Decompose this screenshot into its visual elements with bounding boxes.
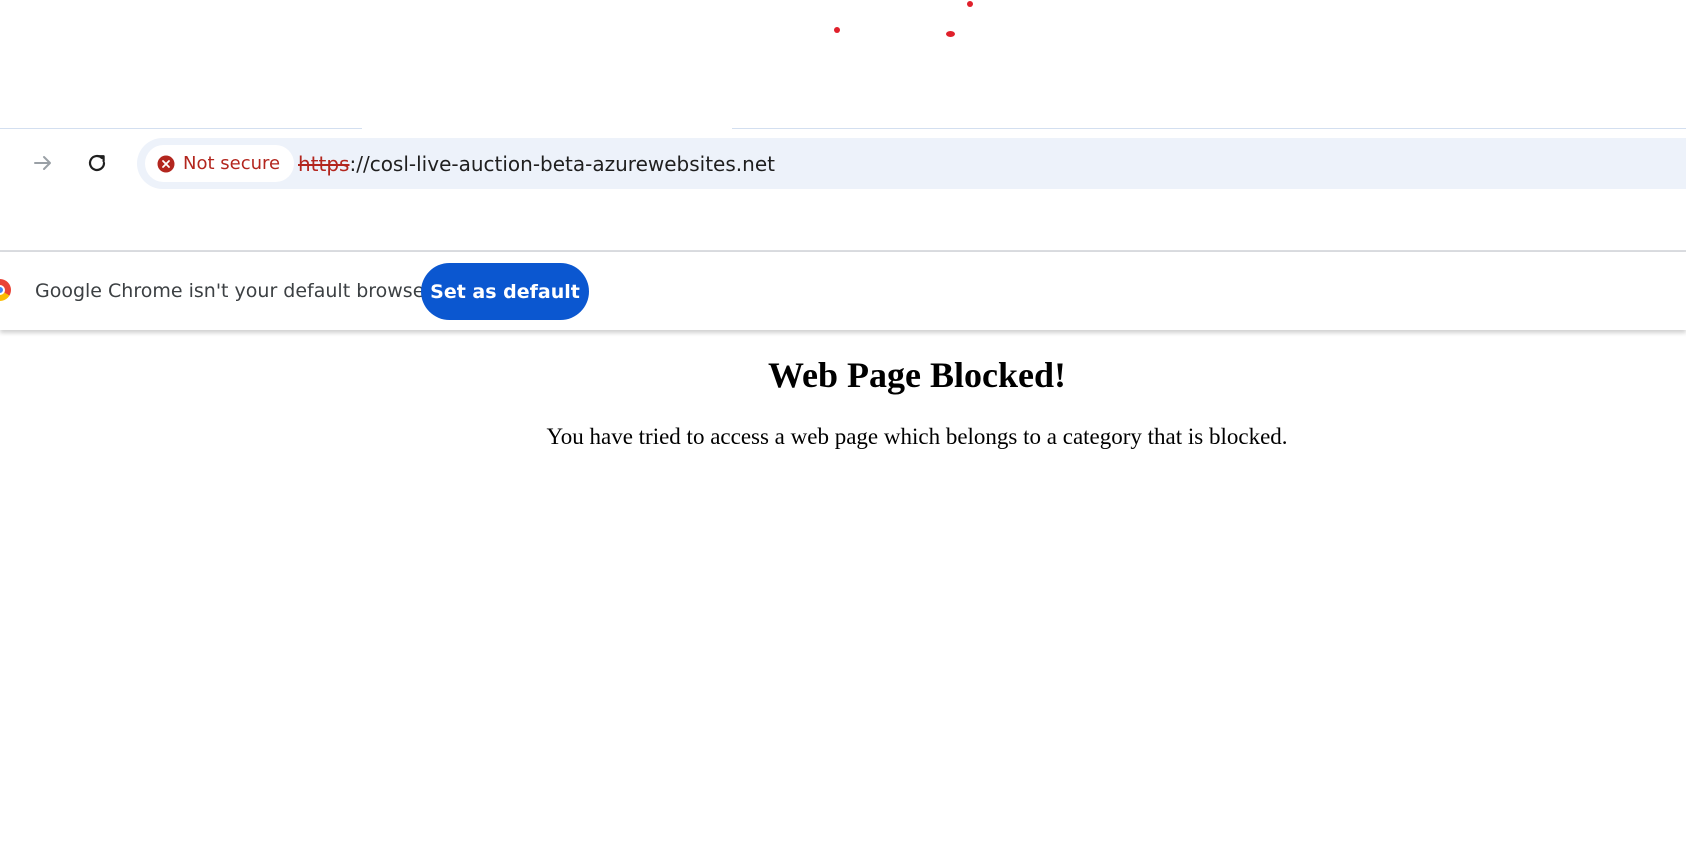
red-dot	[967, 1, 973, 7]
reload-button[interactable]	[79, 145, 115, 181]
browser-toolbar: Not secure https://cosl-live-auction-bet…	[0, 129, 1686, 250]
default-browser-infobar: Google Chrome isn't your default browser…	[0, 252, 1686, 330]
red-dot	[946, 31, 955, 37]
blocked-message: You have tried to access a web page whic…	[546, 424, 1288, 449]
forward-button[interactable]	[25, 145, 61, 181]
page-content: Web Page Blocked! You have tried to acce…	[0, 330, 1686, 843]
chrome-logo-icon	[0, 279, 11, 301]
arrow-right-icon	[34, 156, 51, 170]
address-bar[interactable]: Not secure https://cosl-live-auction-bet…	[137, 138, 1686, 189]
error-circle-icon	[157, 155, 175, 172]
reload-icon	[88, 154, 106, 172]
red-dot	[834, 27, 840, 33]
url-scheme: https	[298, 151, 350, 176]
infobar-message: Google Chrome isn't your default browser	[35, 280, 433, 302]
not-secure-label: Not secure	[183, 153, 281, 174]
url-host: ://cosl-live-auction-beta-azurewebsites.…	[349, 151, 775, 176]
browser-window: Not secure https://cosl-live-auction-bet…	[0, 0, 1686, 843]
site-security-chip[interactable]: Not secure	[145, 145, 295, 182]
set-as-default-button[interactable]: Set as default	[421, 263, 589, 320]
tab-strip	[0, 0, 1686, 128]
url-text[interactable]: https://cosl-live-auction-beta-azurewebs…	[298, 138, 775, 189]
page-title: Web Page Blocked!	[768, 355, 1066, 395]
